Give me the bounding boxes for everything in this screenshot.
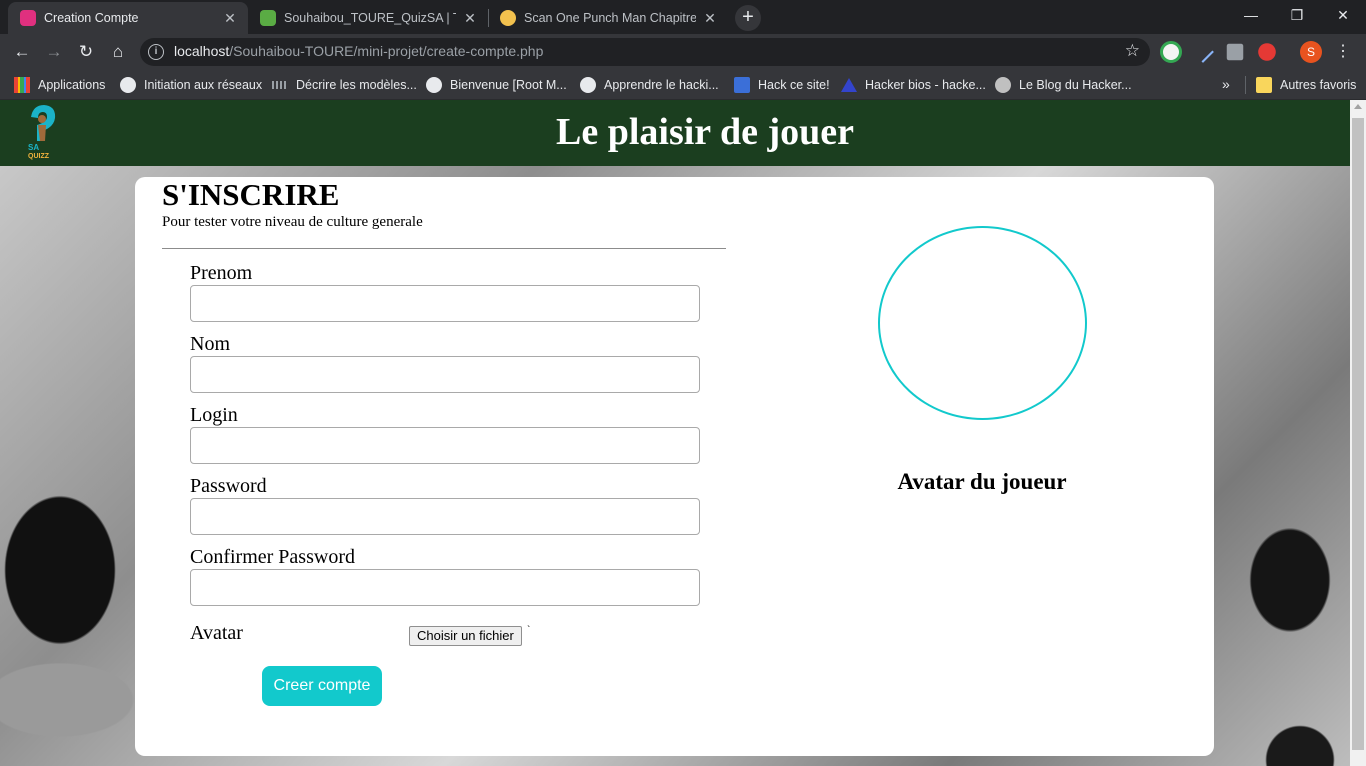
avatar-preview: [878, 226, 1087, 420]
bookmarks-divider: [1245, 76, 1246, 94]
form-subtitle: Pour tester votre niveau de culture gene…: [162, 214, 423, 230]
bookmark-label: Apprendre le hacki...: [604, 78, 719, 92]
browser-menu-icon[interactable]: ⋮: [1335, 41, 1351, 63]
bookmark-star-icon[interactable]: ☆: [1125, 41, 1140, 61]
forward-button[interactable]: →: [42, 40, 66, 64]
tab-close-icon[interactable]: ✕: [462, 10, 478, 27]
choose-file-button[interactable]: Choisir un fichier: [409, 626, 522, 646]
new-tab-button[interactable]: +: [735, 5, 761, 31]
blog-icon: [995, 77, 1011, 93]
site-title: Le plaisir de jouer: [555, 111, 854, 153]
qr-extension-icon[interactable]: [1226, 43, 1244, 61]
minimize-button[interactable]: —: [1228, 0, 1274, 30]
globe-icon: [580, 77, 596, 93]
confirm-password-input[interactable]: [190, 569, 700, 606]
address-bar[interactable]: i localhost/Souhaibou-TOURE/mini-projet/…: [140, 38, 1150, 66]
bookmark-initiation-reseaux[interactable]: Initiation aux réseaux: [120, 76, 262, 94]
tab-title: Creation Compte: [44, 11, 139, 25]
label-password: Password: [190, 475, 267, 497]
site-header: SA QUIZZ Le plaisir de jouer: [0, 100, 1350, 166]
tab-creation-compte[interactable]: Creation Compte ✕: [8, 2, 248, 34]
page-viewport: SA QUIZZ Le plaisir de jouer S'INSCRIRE …: [0, 100, 1350, 766]
bookmark-blog-hacker[interactable]: Le Blog du Hacker...: [995, 76, 1132, 94]
trello-favicon-icon: [260, 10, 276, 26]
prenom-input[interactable]: [190, 285, 700, 322]
label-login: Login: [190, 404, 238, 426]
bookmark-hacker-bios[interactable]: Hacker bios - hacke...: [841, 76, 986, 94]
back-button[interactable]: ←: [10, 40, 34, 64]
manga-favicon-icon: [500, 10, 516, 26]
home-button[interactable]: ⌂: [106, 40, 130, 64]
tab-title: Scan One Punch Man Chapitre 10: [524, 11, 696, 25]
site-favicon-icon: [20, 10, 36, 26]
site-info-icon[interactable]: i: [148, 44, 164, 60]
url-text[interactable]: localhost/Souhaibou-TOURE/mini-projet/cr…: [174, 43, 543, 59]
bookmark-label: Hack ce site!: [758, 78, 830, 92]
bookmark-bienvenue-root-me[interactable]: Bienvenue [Root M...: [426, 76, 567, 94]
label-confirm-password: Confirmer Password: [190, 546, 355, 568]
avatar-caption: Avatar du joueur: [897, 469, 1067, 494]
scrollbar-thumb[interactable]: [1352, 118, 1364, 750]
bookmark-label: Applications: [38, 78, 106, 92]
form-divider: [162, 248, 726, 249]
pen-extension-icon[interactable]: [1192, 41, 1214, 63]
tab-one-punch-man[interactable]: Scan One Punch Man Chapitre 10 ✕: [488, 2, 728, 34]
browser-tab-strip: Creation Compte ✕ Souhaibou_TOURE_QuizSA…: [0, 0, 1366, 34]
tomato-extension-icon[interactable]: [1258, 43, 1276, 61]
label-nom: Nom: [190, 333, 230, 355]
folder-icon: [1256, 77, 1272, 93]
svg-text:QUIZZ: QUIZZ: [28, 153, 50, 160]
restore-button[interactable]: ❐: [1274, 0, 1320, 30]
bookmark-label: Hacker bios - hacke...: [865, 78, 986, 92]
bookmark-label: Bienvenue [Root M...: [450, 78, 567, 92]
tab-title: Souhaibou_TOURE_QuizSA | Trello: [284, 11, 456, 25]
bookmarks-overflow-icon[interactable]: »: [1222, 76, 1230, 92]
bookmark-apprendre-hacking[interactable]: Apprendre le hacki...: [580, 76, 719, 94]
bookmark-label: Décrire les modèles...: [296, 78, 417, 92]
bookmark-applications[interactable]: Applications: [14, 76, 105, 94]
triangle-icon: [841, 78, 857, 92]
hack-site-icon: [734, 77, 750, 93]
login-input[interactable]: [190, 427, 700, 464]
signup-card: S'INSCRIRE Pour tester votre niveau de c…: [135, 177, 1214, 756]
bookmarks-bar: Applications Initiation aux réseaux Décr…: [0, 70, 1366, 100]
bookmark-label: Le Blog du Hacker...: [1019, 78, 1132, 92]
globe-icon: [120, 77, 136, 93]
label-prenom: Prenom: [190, 262, 253, 284]
tab-close-icon[interactable]: ✕: [222, 10, 238, 27]
file-status-text: `: [527, 625, 531, 636]
create-account-button[interactable]: Creer compte: [262, 666, 382, 706]
url-host: localhost: [174, 43, 230, 59]
bookmark-decrire-modeles[interactable]: Décrire les modèles...: [272, 76, 417, 94]
globe-icon: [426, 77, 442, 93]
nom-input[interactable]: [190, 356, 700, 393]
password-input[interactable]: [190, 498, 700, 535]
page-scrollbar[interactable]: [1350, 100, 1366, 766]
bookmark-label: Initiation aux réseaux: [144, 78, 263, 92]
reload-button[interactable]: ↻: [74, 40, 98, 64]
bookmark-label: Autres favoris: [1280, 78, 1357, 92]
scroll-up-arrow-icon[interactable]: [1354, 104, 1362, 109]
tab-trello[interactable]: Souhaibou_TOURE_QuizSA | Trello ✕: [248, 2, 488, 34]
bookmark-hack-ce-site[interactable]: Hack ce site!: [734, 76, 830, 94]
apps-grid-icon: [14, 77, 30, 93]
url-path: /Souhaibou-TOURE/mini-projet/create-comp…: [229, 43, 544, 59]
label-avatar: Avatar: [190, 622, 243, 644]
tab-close-icon[interactable]: ✕: [702, 10, 718, 27]
form-title: S'INSCRIRE: [162, 177, 340, 212]
bookmark-other-favorites[interactable]: Autres favoris: [1256, 76, 1356, 94]
cisco-icon: [272, 81, 288, 89]
browser-toolbar: ← → ↻ ⌂ i localhost/Souhaibou-TOURE/mini…: [0, 34, 1366, 70]
profile-avatar[interactable]: S: [1300, 41, 1322, 63]
window-close-button[interactable]: ✕: [1320, 0, 1366, 30]
extension-icon[interactable]: [1160, 41, 1182, 63]
